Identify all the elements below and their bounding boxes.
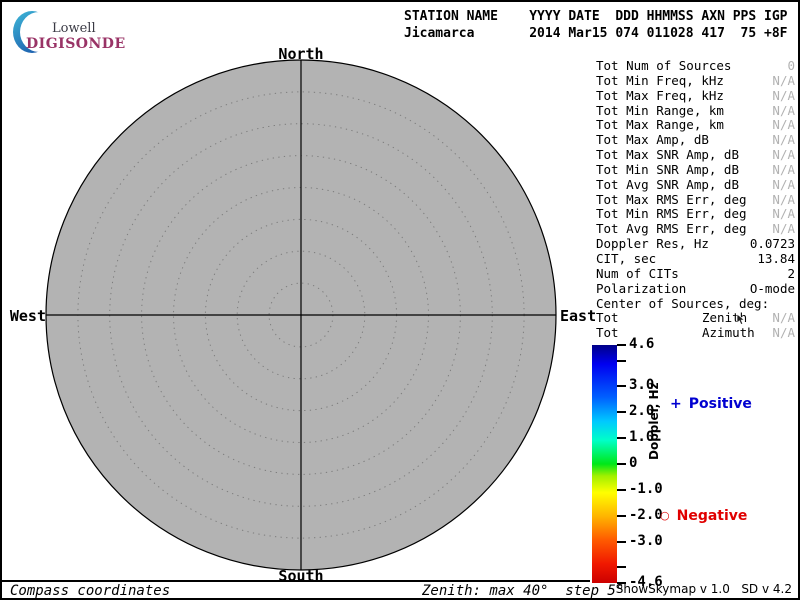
program-version-label: ShowSkymap v 1.0 SD v 4.2 (616, 582, 792, 596)
panel-row: Tot Max Amp, dB N/A (596, 133, 795, 148)
panel-row-value: N/A (772, 74, 795, 89)
panel-row: Polarization O-mode (596, 282, 795, 297)
panel-row-value: N/A (772, 311, 795, 326)
colorbar-tick-mark (617, 515, 626, 517)
panel-row-value: N/A (772, 207, 795, 222)
mouse-cursor-icon (736, 314, 746, 326)
panel-row-label: Tot Min Freq, kHz (596, 74, 724, 89)
panel-row-value: O-mode (750, 282, 795, 297)
colorbar-tick-label: -3.0 (629, 533, 663, 549)
panel-row-label: Tot (596, 326, 619, 341)
statusbar-divider (2, 580, 590, 582)
panel-row: Tot Min Range, km N/A (596, 104, 795, 119)
panel-row-value: N/A (772, 326, 795, 341)
colorbar-tick-mark (617, 541, 626, 543)
panel-row: Tot Max SNR Amp, dB N/A (596, 148, 795, 163)
panel-row-label: Tot Min RMS Err, deg (596, 207, 747, 222)
panel-row-value: 0 (787, 59, 795, 74)
colorbar-tick-label: -1.0 (629, 481, 663, 497)
panel-row: Tot Min RMS Err, deg N/A (596, 207, 795, 222)
panel-row-label: Tot Avg SNR Amp, dB (596, 178, 739, 193)
panel-row-value: 0.0723 (750, 237, 795, 252)
panel-row-value: N/A (772, 133, 795, 148)
panel-row-label: Tot Num of Sources (596, 59, 731, 74)
panel-row-label: Polarization (596, 282, 686, 297)
zenith-range-label: Zenith: max 40° step 5° (422, 583, 624, 599)
panel-row-value: N/A (772, 193, 795, 208)
panel-row-sublabel: Azimuth (702, 326, 755, 341)
colorbar-tick-label: 4.6 (629, 336, 654, 352)
panel-row-label: Tot Min SNR Amp, dB (596, 163, 739, 178)
panel-row-value: N/A (772, 89, 795, 104)
colorbar-tick-mark (617, 344, 626, 346)
panel-row-label: Tot (596, 311, 619, 326)
colorbar-tick-mark (617, 360, 626, 362)
panel-row: Tot Max RMS Err, deg N/A (596, 193, 795, 208)
panel-row-label: Tot Avg RMS Err, deg (596, 222, 747, 237)
panel-row-label: CIT, sec (596, 252, 656, 267)
colorbar-tick-mark (617, 489, 626, 491)
doppler-colorbar (592, 345, 617, 583)
panel-row-label: Doppler Res, Hz (596, 237, 709, 252)
panel-row-value: N/A (772, 104, 795, 119)
panel-row: Tot Max Freq, kHz N/A (596, 89, 795, 104)
panel-row-value: N/A (772, 178, 795, 193)
colorbar-tick-mark (617, 566, 626, 568)
panel-row: Tot Avg SNR Amp, dB N/A (596, 178, 795, 193)
panel-row-label: Tot Min Range, km (596, 104, 724, 119)
panel-row-value: N/A (772, 163, 795, 178)
colorbar-tick-label: 0 (629, 455, 637, 471)
panel-row-label: Tot Max Range, km (596, 118, 724, 133)
panel-row-label: Tot Max Amp, dB (596, 133, 709, 148)
panel-row-value: N/A (772, 222, 795, 237)
positive-label: Positive (689, 396, 752, 412)
colorbar-tick-mark (617, 385, 626, 387)
panel-row: Tot Max Range, km N/A (596, 118, 795, 133)
colorbar-tick-mark (617, 437, 626, 439)
panel-row: Tot Avg RMS Err, deg N/A (596, 222, 795, 237)
negative-label: Negative (677, 508, 748, 524)
panel-row: Tot Azimuth N/A (596, 326, 795, 341)
panel-row: CIT, sec 13.84 (596, 252, 795, 267)
panel-row-value: N/A (772, 148, 795, 163)
panel-row-label: Tot Max SNR Amp, dB (596, 148, 739, 163)
colorbar-tick-mark (617, 463, 626, 465)
showskymap-window: Lowell DIGISONDE STATION NAME YYYY DATE … (0, 0, 800, 600)
panel-row: Doppler Res, Hz 0.0723 (596, 237, 795, 252)
panel-row: Num of CITs 2 (596, 267, 795, 282)
panel-row-label: Tot Max RMS Err, deg (596, 193, 747, 208)
plus-marker-icon: + (670, 396, 682, 412)
colorbar-tick-mark (617, 411, 626, 413)
colorbar-tick-label: -2.0 (629, 507, 663, 523)
positive-doppler-legend: + Positive (670, 396, 752, 412)
coordinates-mode-label: Compass coordinates (10, 583, 170, 599)
statistics-panel: Tot Num of Sources 0 Tot Min Freq, kHz N… (596, 59, 795, 341)
panel-row-value: 2 (787, 267, 795, 282)
south-label: South (277, 567, 325, 585)
panel-row-label: Center of Sources, deg: (596, 297, 769, 312)
circle-marker-icon: ○ (660, 509, 670, 522)
panel-row: Center of Sources, deg: (596, 297, 795, 312)
panel-row-label: Num of CITs (596, 267, 679, 282)
panel-row: Tot Zenith N/A (596, 311, 795, 326)
north-label: North (277, 45, 325, 63)
panel-row-value: 13.84 (757, 252, 795, 267)
panel-row-value: N/A (772, 118, 795, 133)
east-label: East (560, 307, 596, 325)
panel-row-label: Tot Max Freq, kHz (596, 89, 724, 104)
west-label: West (8, 307, 46, 325)
panel-row: Tot Min Freq, kHz N/A (596, 74, 795, 89)
panel-row: Tot Min SNR Amp, dB N/A (596, 163, 795, 178)
panel-row: Tot Num of Sources 0 (596, 59, 795, 74)
negative-doppler-legend: ○ Negative (660, 508, 747, 524)
